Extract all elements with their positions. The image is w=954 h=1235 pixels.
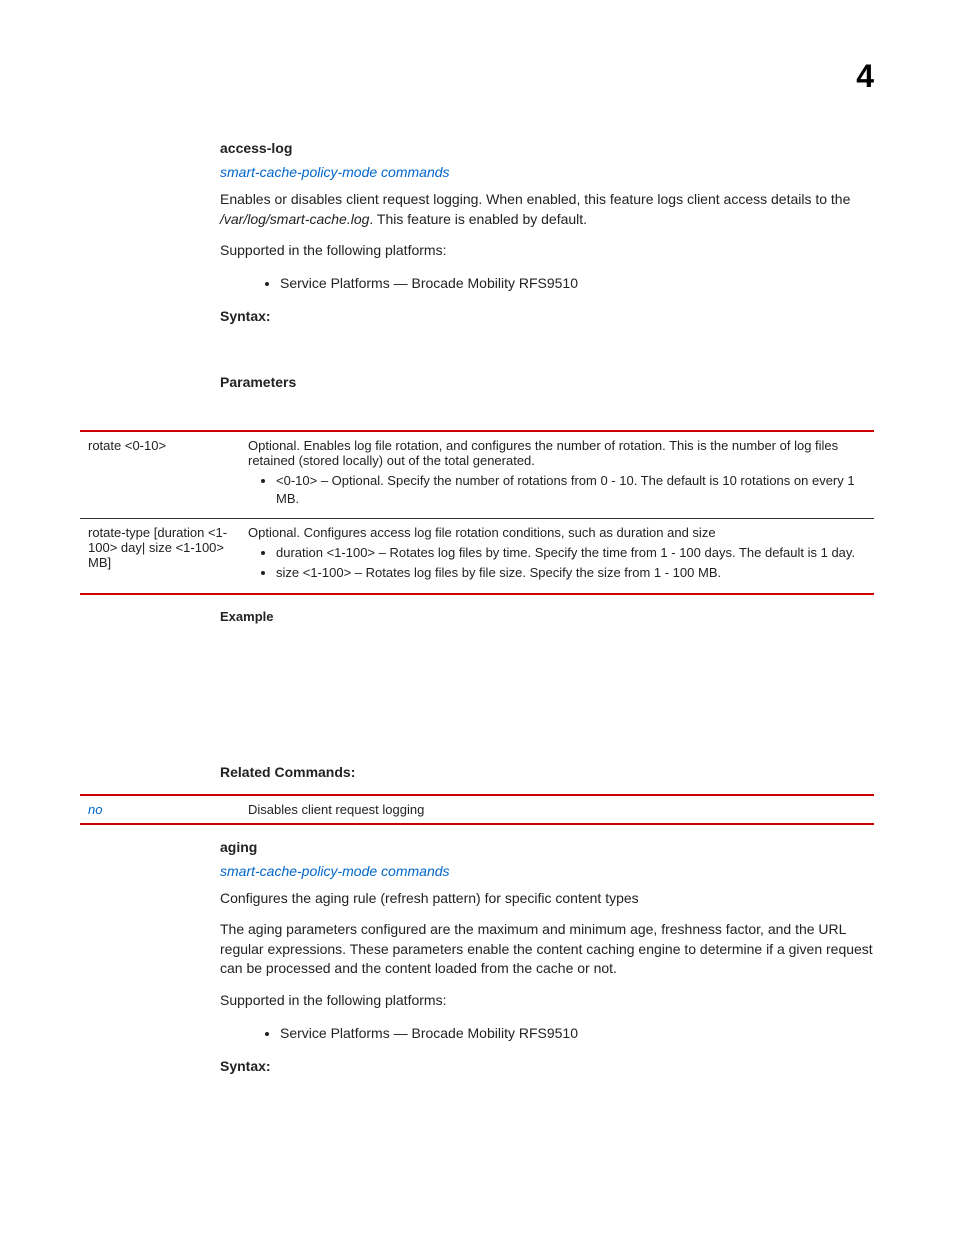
param-desc: Optional. Enables log file rotation, and…	[248, 438, 838, 468]
section-aging: aging smart-cache-policy-mode commands C…	[220, 839, 874, 1074]
list-item: size <1-100> – Rotates log files by file…	[276, 564, 862, 582]
heading-syntax: Syntax:	[220, 308, 874, 324]
paragraph-description: Enables or disables client request loggi…	[220, 190, 874, 229]
link-smart-cache-commands[interactable]: smart-cache-policy-mode commands	[220, 863, 874, 879]
related-commands-table: no Disables client request logging	[80, 794, 874, 825]
text-path: /var/log/smart-cache.log	[220, 211, 369, 227]
related-command-link[interactable]: no	[80, 795, 240, 824]
heading-access-log: access-log	[220, 140, 874, 156]
section-access-log: access-log smart-cache-policy-mode comma…	[220, 140, 874, 390]
page-number: 4	[856, 58, 874, 95]
table-row: no Disables client request logging	[80, 795, 874, 824]
table-row: rotate-type [duration <1-100> day| size …	[80, 519, 874, 594]
heading-aging: aging	[220, 839, 874, 855]
related-command-desc: Disables client request logging	[240, 795, 874, 824]
param-desc: Optional. Configures access log file rot…	[248, 525, 716, 540]
example-block: Example Related Commands:	[220, 609, 874, 780]
text-supported-platforms: Supported in the following platforms:	[220, 991, 874, 1011]
list-item: Service Platforms — Brocade Mobility RFS…	[280, 273, 874, 294]
text: Enables or disables client request loggi…	[220, 191, 850, 207]
heading-related-commands: Related Commands:	[220, 764, 874, 780]
param-options: <0-10> – Optional. Specify the number of…	[248, 472, 862, 508]
text: . This feature is enabled by default.	[369, 211, 587, 227]
list-item: Service Platforms — Brocade Mobility RFS…	[280, 1023, 874, 1044]
param-options: duration <1-100> – Rotates log files by …	[248, 544, 862, 582]
heading-parameters: Parameters	[220, 374, 874, 390]
link-smart-cache-commands[interactable]: smart-cache-policy-mode commands	[220, 164, 874, 180]
list-item: <0-10> – Optional. Specify the number of…	[276, 472, 862, 508]
heading-example: Example	[220, 609, 874, 624]
param-desc-cell: Optional. Configures access log file rot…	[240, 519, 874, 594]
text-supported-platforms: Supported in the following platforms:	[220, 241, 874, 261]
param-desc-cell: Optional. Enables log file rotation, and…	[240, 431, 874, 519]
platform-list: Service Platforms — Brocade Mobility RFS…	[220, 1023, 874, 1044]
param-name: rotate <0-10>	[80, 431, 240, 519]
heading-syntax: Syntax:	[220, 1058, 874, 1074]
platform-list: Service Platforms — Brocade Mobility RFS…	[220, 273, 874, 294]
parameters-table: rotate <0-10> Optional. Enables log file…	[80, 430, 874, 595]
paragraph-details: The aging parameters configured are the …	[220, 920, 874, 979]
paragraph-description: Configures the aging rule (refresh patte…	[220, 889, 874, 909]
param-name: rotate-type [duration <1-100> day| size …	[80, 519, 240, 594]
list-item: duration <1-100> – Rotates log files by …	[276, 544, 862, 562]
table-row: rotate <0-10> Optional. Enables log file…	[80, 431, 874, 519]
